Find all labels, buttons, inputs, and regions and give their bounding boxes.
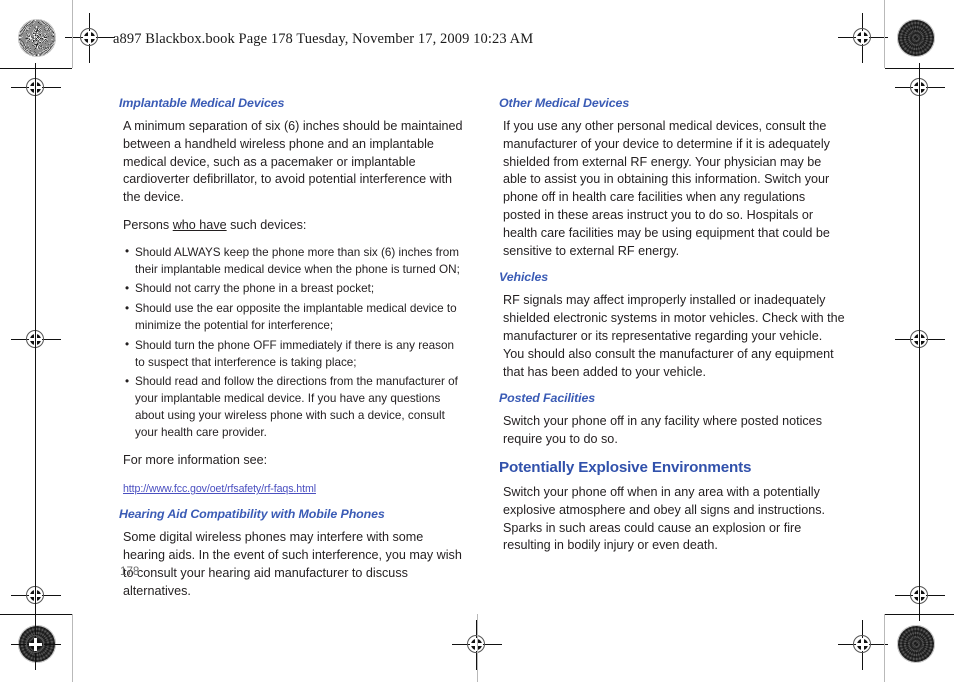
trim-line-bottom-center-vertical <box>477 614 478 682</box>
heading-other-medical-devices: Other Medical Devices <box>499 96 630 110</box>
paragraph-hearing-aid-compatibility: Some digital wireless phones may interfe… <box>123 530 462 598</box>
registration-mark-right-middle <box>895 315 945 365</box>
trim-line-bottom-left-vertical <box>72 614 73 682</box>
lead-in-underlined-phrase: who have <box>172 217 227 232</box>
trim-line-left-vertical <box>72 0 73 68</box>
registration-mark-left-middle <box>11 315 61 365</box>
list-item: Should turn the phone OFF immediately if… <box>125 337 465 372</box>
crop-line-top-left-horizontal <box>0 68 72 69</box>
registration-mark-left-lower <box>11 571 61 621</box>
fcc-rf-faqs-link[interactable]: http://www.fcc.gov/oet/rfsafety/rf-faqs.… <box>123 481 316 497</box>
registration-mark-right-upper <box>895 63 945 113</box>
running-header: a897 Blackbox.book Page 178 Tuesday, Nov… <box>113 31 534 47</box>
crop-line-bottom-left-horizontal <box>0 614 72 615</box>
heading-potentially-explosive-environments: Potentially Explosive Environments <box>499 458 752 476</box>
implantable-device-guidelines-list: Should ALWAYS keep the phone more than s… <box>113 244 465 442</box>
heading-posted-facilities: Posted Facilities <box>499 391 596 406</box>
paragraph-implantable-intro: A minimum separation of six (6) inches s… <box>123 119 463 205</box>
page-number: 178 <box>120 565 140 578</box>
registration-mark-left-upper <box>11 63 61 113</box>
list-item: Should read and follow the directions fr… <box>125 374 465 441</box>
lead-in-after: such devices: <box>226 217 307 232</box>
list-item: Should use the ear opposite the implanta… <box>125 301 465 335</box>
crop-line-bottom-right-horizontal <box>885 614 954 615</box>
print-rosette-top-right <box>897 19 935 57</box>
paragraph-potentially-explosive-environments: Switch your phone off when in any area w… <box>503 484 826 553</box>
list-item: Should ALWAYS keep the phone more than s… <box>125 244 465 279</box>
paragraph-more-information: For more information see: <box>123 452 268 467</box>
crop-line-left-vertical <box>35 68 36 614</box>
left-column: Implantable Medical Devices A minimum se… <box>113 96 465 601</box>
heading-vehicles: Vehicles <box>499 270 549 285</box>
right-column: Other Medical Devices If you use any oth… <box>493 96 845 555</box>
print-rosette-bottom-right <box>897 625 935 663</box>
registration-mark-right-lower <box>895 571 945 621</box>
heading-hearing-aid-compatibility: Hearing Aid Compatibility with Mobile Ph… <box>119 507 385 522</box>
paragraph-vehicles: RF signals may affect improperly install… <box>503 293 845 379</box>
paragraph-persons-who-have: Persons who have such devices: <box>123 217 465 235</box>
crop-line-right-vertical <box>919 68 920 614</box>
printed-page: a897 Blackbox.book Page 178 Tuesday, Nov… <box>0 0 954 682</box>
heading-implantable-medical-devices: Implantable Medical Devices <box>119 96 285 110</box>
print-rosette-top-left <box>18 19 56 57</box>
registration-mark-top-right <box>838 13 888 63</box>
registration-mark-top-left <box>65 13 115 63</box>
registration-mark-bottom-left <box>11 620 61 670</box>
trim-line-bottom-right-vertical <box>884 614 885 682</box>
lead-in-before: Persons <box>123 217 173 232</box>
list-item: Should not carry the phone in a breast p… <box>125 281 465 298</box>
registration-mark-bottom-right <box>838 620 888 670</box>
trim-line-right-vertical <box>884 0 885 68</box>
paragraph-other-medical-devices: If you use any other personal medical de… <box>503 119 830 258</box>
paragraph-posted-facilities: Switch your phone off in any facility wh… <box>503 414 822 447</box>
